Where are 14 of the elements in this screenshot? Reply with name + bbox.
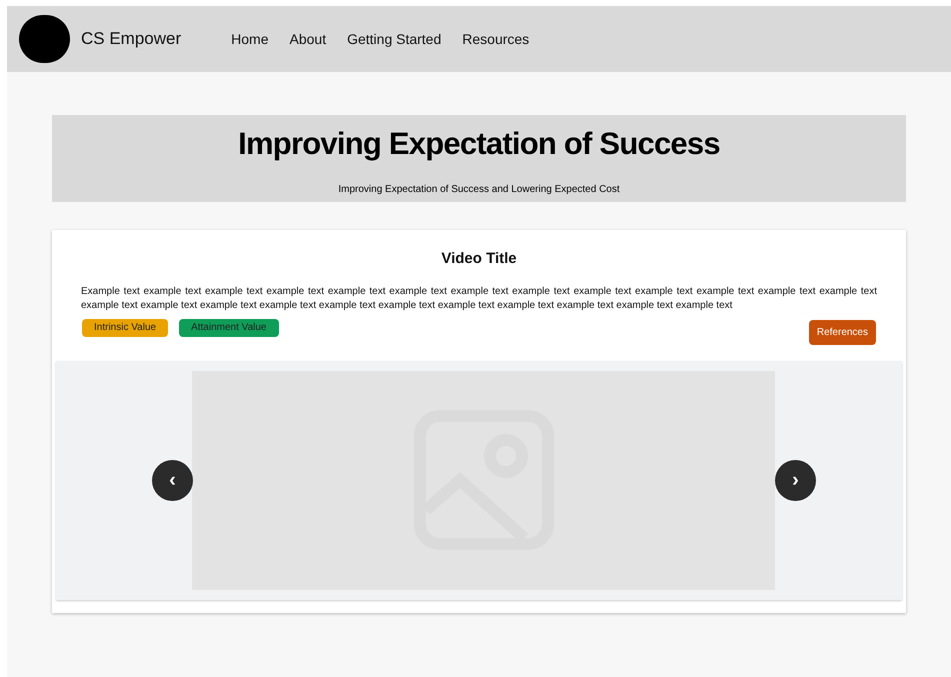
nav-link[interactable]: Getting Started <box>347 28 442 50</box>
nav-link[interactable]: Home <box>231 28 268 50</box>
video-description: Example text example text example text example text example text example text example text example text example text example text example text example text example text example text example text example text example text example text example text example text example text example text example text example text <box>81 284 877 312</box>
page-subtitle: Improving Expectation of Success and Lowering Expected Cost <box>338 182 620 196</box>
tag-label: Attainment Value <box>179 318 278 336</box>
page-title: Improving Expectation of Success <box>238 125 720 163</box>
nav-link[interactable]: Resources <box>462 28 530 50</box>
nav-link[interactable]: About <box>290 28 326 50</box>
tag-label: Intrinsic Value <box>82 318 168 336</box>
previous-button[interactable]: ‹ <box>152 460 193 500</box>
next-button[interactable]: › <box>775 460 816 500</box>
references-button[interactable]: References <box>808 320 876 344</box>
video-title: Video Title <box>440 249 518 269</box>
brand-name[interactable]: CS Empower <box>81 26 182 52</box>
